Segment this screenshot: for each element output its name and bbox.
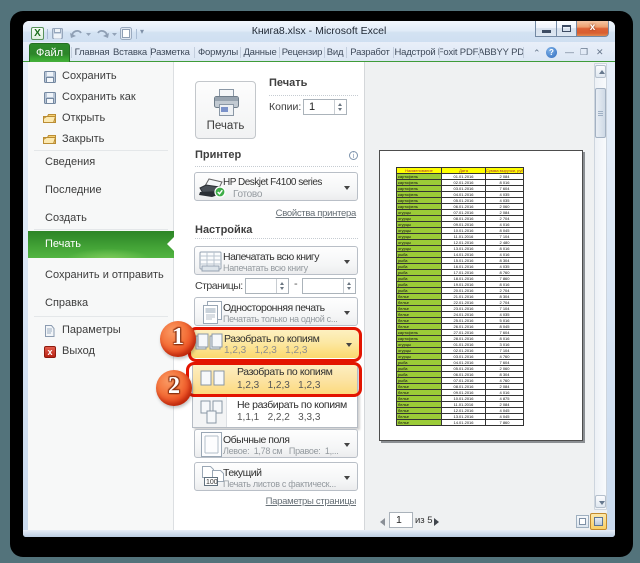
svg-text:100: 100 [206, 479, 218, 486]
